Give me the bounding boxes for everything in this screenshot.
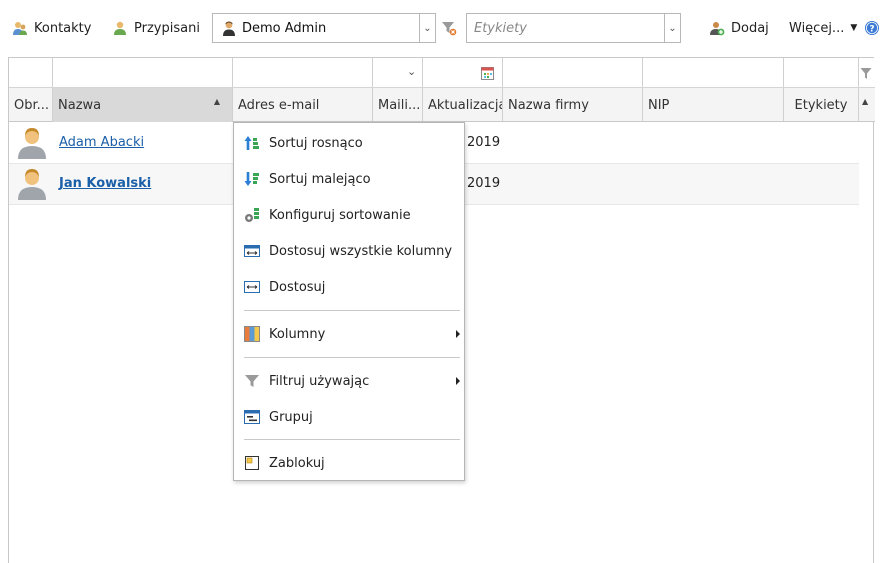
help-icon[interactable]: ? <box>864 20 880 36</box>
submenu-arrow-icon <box>456 330 460 338</box>
column-header-mailing[interactable]: Maili... <box>373 88 422 122</box>
more-label: Więcej... <box>789 20 845 36</box>
sort-desc-icon <box>244 171 260 187</box>
updated-date: 2019 <box>467 135 501 150</box>
menu-separator <box>244 357 460 358</box>
column-header-updated[interactable]: Aktualizacja <box>423 88 502 122</box>
menu-item-freeze[interactable]: Zablokuj <box>234 445 464 481</box>
owner-select[interactable]: Demo Admin ⌄ <box>212 13 436 43</box>
column-header-tags[interactable]: Etykiety <box>784 88 858 122</box>
avatar <box>17 168 47 200</box>
column-header-name[interactable]: Nazwa ▲ <box>53 88 232 122</box>
updated-date: 2019 <box>467 176 501 191</box>
menu-item-configure-sorting[interactable]: Konfiguruj sortowanie <box>234 197 464 233</box>
scroll-up-icon[interactable]: ▲ <box>862 97 868 106</box>
column-header-row: Obr... Nazwa ▲ Adres e-mail Maili... Akt… <box>9 88 875 122</box>
contacts-button[interactable]: Kontakty <box>12 14 91 42</box>
submenu-arrow-icon <box>456 377 460 385</box>
assigned-label: Przypisani <box>134 20 200 36</box>
menu-item-sort-descending[interactable]: Sortuj malejąco <box>234 161 464 197</box>
more-menu-button[interactable]: Więcej... ▼ <box>789 14 857 42</box>
freeze-icon <box>244 455 260 471</box>
contact-name-link[interactable]: Jan Kowalski <box>59 176 151 191</box>
menu-item-sort-ascending[interactable]: Sortuj rosnąco <box>234 125 464 161</box>
avatar <box>17 127 47 159</box>
chevron-down-icon[interactable]: ⌄ <box>664 14 680 42</box>
tags-select[interactable]: Etykiety ⌄ <box>466 13 681 43</box>
add-label: Dodaj <box>731 20 769 36</box>
contacts-label: Kontakty <box>34 20 92 36</box>
filter-icon <box>244 373 260 389</box>
svg-text:?: ? <box>869 25 874 35</box>
sort-asc-icon <box>244 135 260 151</box>
assigned-button[interactable]: Przypisani <box>112 14 200 42</box>
caret-down-icon: ▼ <box>850 23 858 33</box>
filter-funnel-icon[interactable] <box>860 67 872 84</box>
column-header-nip[interactable]: NIP <box>643 88 783 122</box>
menu-item-fit-column[interactable]: Dostosuj <box>234 269 464 305</box>
add-contact-icon <box>709 20 725 36</box>
assigned-user-icon <box>112 20 128 36</box>
menu-item-fit-all-columns[interactable]: Dostosuj wszystkie kolumny <box>234 233 464 269</box>
sort-ascending-icon: ▲ <box>213 97 220 106</box>
menu-item-columns[interactable]: Kolumny <box>234 316 464 352</box>
toolbar: Kontakty Przypisani Demo Admin ⌄ Etykiet… <box>0 0 882 56</box>
column-header-email[interactable]: Adres e-mail <box>233 88 372 122</box>
tags-placeholder: Etykiety <box>474 20 527 36</box>
filter-row: ⌄ <box>9 58 875 88</box>
add-button[interactable]: Dodaj <box>709 14 769 42</box>
date-picker-icon[interactable] <box>481 67 494 84</box>
column-header-company[interactable]: Nazwa firmy <box>503 88 642 122</box>
menu-item-filter-using[interactable]: Filtruj używając <box>234 363 464 399</box>
fit-column-icon <box>244 279 260 295</box>
contact-name-link[interactable]: Adam Abacki <box>59 135 144 150</box>
column-header-photo[interactable]: Obr... <box>9 88 52 122</box>
menu-separator <box>244 439 460 440</box>
menu-item-group[interactable]: Grupuj <box>234 399 464 435</box>
user-avatar-icon <box>221 20 237 36</box>
fit-all-columns-icon <box>244 243 260 259</box>
mailing-filter-chevron-icon[interactable]: ⌄ <box>407 65 416 78</box>
chevron-down-icon[interactable]: ⌄ <box>419 14 435 42</box>
owner-value: Demo Admin <box>242 20 327 36</box>
sort-config-icon <box>244 207 260 223</box>
columns-icon <box>244 326 260 342</box>
contacts-icon <box>12 20 28 36</box>
group-icon <box>244 409 260 425</box>
filter-clear-icon[interactable] <box>441 20 457 36</box>
column-context-menu: Sortuj rosnąco Sortuj malejąco Konfiguru… <box>233 122 465 481</box>
menu-separator <box>244 310 460 311</box>
